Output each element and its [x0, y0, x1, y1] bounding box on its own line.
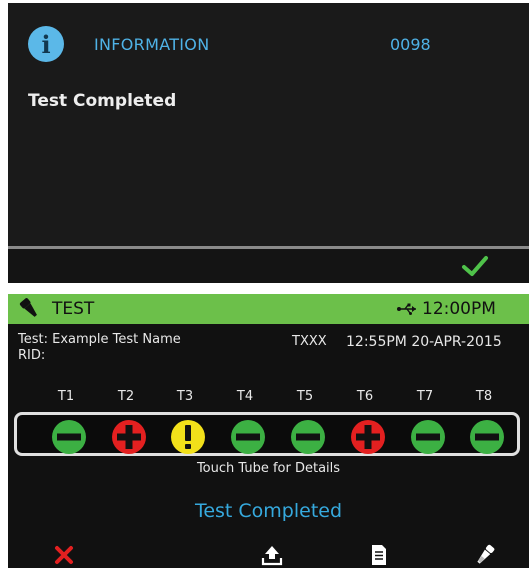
dialog-message: Test Completed: [28, 91, 177, 111]
cancel-icon[interactable]: [52, 543, 76, 567]
test-datetime: 12:55PM 20-APR-2015: [346, 334, 502, 350]
tube-label-t2: T2: [117, 389, 135, 404]
test-name: Test: Example Test Name: [18, 332, 181, 347]
test-code: TXXX: [292, 334, 327, 349]
test-info: Test: Example Test Name RID:: [18, 332, 181, 364]
tube-label-t4: T4: [236, 389, 254, 404]
usb-icon: [397, 303, 416, 315]
tube-t2-positive-icon[interactable]: [111, 419, 147, 455]
upload-icon[interactable]: [260, 543, 284, 567]
tube-label-t3: T3: [176, 389, 194, 404]
tube-label-t8: T8: [475, 389, 493, 404]
tube-label-t7: T7: [416, 389, 434, 404]
bottom-toolbar: [8, 540, 529, 568]
document-icon[interactable]: [367, 543, 391, 567]
tube-t4-negative-icon[interactable]: [230, 419, 266, 455]
tube-t5-negative-icon[interactable]: [290, 419, 326, 455]
test-status: Test Completed: [194, 500, 343, 522]
tube-labels: T1 T2 T3 T4 T5 T6 T7 T8: [8, 389, 529, 405]
checkmark-icon[interactable]: [461, 252, 489, 280]
info-icon: i: [28, 26, 64, 62]
dialog-code: 0098: [390, 35, 431, 54]
dialog-header: i INFORMATION 0098: [8, 3, 529, 83]
tube-label-t5: T5: [296, 389, 314, 404]
pipette-icon[interactable]: [473, 543, 497, 567]
tube-strip: [14, 412, 520, 456]
test-screen: TEST 12:00PM Test: Example Test Name RID…: [8, 294, 529, 568]
tube-t8-negative-icon[interactable]: [469, 419, 505, 455]
test-header: TEST 12:00PM: [8, 294, 529, 324]
tube-label-t1: T1: [57, 389, 75, 404]
tube-t6-positive-icon[interactable]: [350, 419, 386, 455]
tube-label-t6: T6: [356, 389, 374, 404]
header-clock: 12:00PM: [422, 299, 496, 319]
touch-hint: Touch Tube for Details: [196, 461, 341, 476]
rid-label: RID:: [18, 348, 46, 363]
tube-t1-negative-icon[interactable]: [51, 419, 87, 455]
information-dialog: i INFORMATION 0098 Test Completed: [8, 3, 529, 283]
tube-t7-negative-icon[interactable]: [410, 419, 446, 455]
dialog-title: INFORMATION: [94, 35, 210, 54]
test-header-title: TEST: [52, 299, 95, 319]
tube-t3-warning-icon[interactable]: [170, 419, 206, 455]
pipette-icon: [19, 298, 37, 317]
dialog-footer: [8, 249, 529, 283]
